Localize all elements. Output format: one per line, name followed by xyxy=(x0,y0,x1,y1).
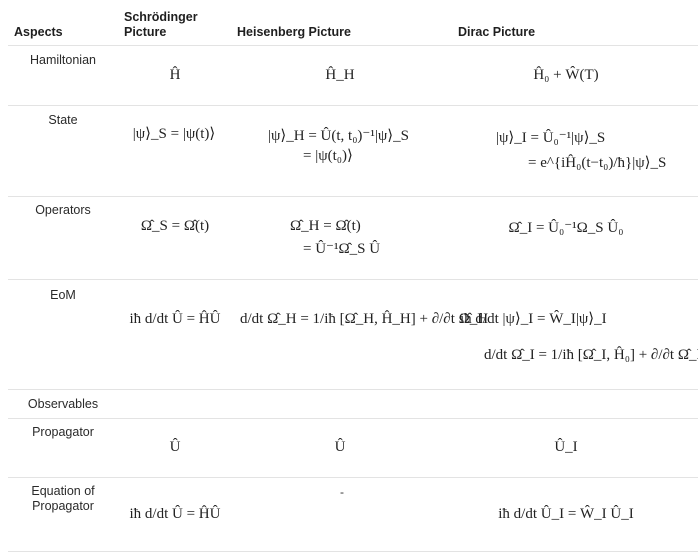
state-dirac-line1: |ψ⟩_I = Û₀⁻¹|ψ⟩_S xyxy=(496,130,606,146)
row-label-state: State xyxy=(48,113,78,127)
header-dirac: Dirac Picture xyxy=(458,25,536,39)
row-divider xyxy=(8,389,698,390)
row-divider xyxy=(8,477,698,478)
propagator-schrodinger: Û xyxy=(169,439,181,455)
row-divider xyxy=(8,279,698,280)
row-label-eom: EoM xyxy=(50,288,76,302)
eqprop-heisenberg: - xyxy=(340,485,344,499)
row-divider xyxy=(8,418,698,419)
hamiltonian-schrodinger: Ĥ xyxy=(169,67,181,83)
row-divider xyxy=(8,105,698,106)
header-divider xyxy=(8,45,698,46)
operators-schrodinger: Ω̂_S = Ω̂(t) xyxy=(140,218,210,234)
row-label-equation-of-propagator: Equation of Propagator xyxy=(14,484,112,514)
row-label-observables: Observables xyxy=(27,397,99,411)
header-schrodinger: Schrödinger Picture xyxy=(124,10,198,40)
state-heisenberg-line2: = |ψ(t₀)⟩ xyxy=(303,148,353,164)
row-label-propagator: Propagator xyxy=(32,425,94,439)
operators-heisenberg-line2: = Û⁻¹Ω̂_S Û xyxy=(303,241,381,257)
eqprop-schrodinger: iħ d/dt Û = ĤÛ xyxy=(129,506,221,522)
hamiltonian-heisenberg: Ĥ_H xyxy=(325,67,355,83)
row-label-operators: Operators xyxy=(35,203,91,217)
eom-dirac-line1: iħ d/dt |ψ⟩_I = Ŵ_I|ψ⟩_I xyxy=(460,311,607,327)
operators-dirac: Ω̂_I = Û₀⁻¹Ω_S Û₀ xyxy=(508,220,624,236)
row-label-eq-line1: Equation of xyxy=(31,484,95,498)
operators-heisenberg-line1: Ω̂_H = Ω̂(t) xyxy=(290,218,361,234)
row-label-hamiltonian: Hamiltonian xyxy=(29,53,96,67)
header-schrodinger-line1: Schrödinger xyxy=(124,10,198,24)
state-dirac-line2: = e^{iĤ₀(t−t₀)/ħ}|ψ⟩_S xyxy=(528,155,667,171)
state-schrodinger: |ψ⟩_S = |ψ(t)⟩ xyxy=(132,126,216,142)
eqprop-dirac: iħ d/dt Û_I = Ŵ_I Û_I xyxy=(498,506,634,522)
row-label-eq-line2: Propagator xyxy=(32,499,94,513)
header-schrodinger-line2: Picture xyxy=(124,25,167,39)
eom-dirac-line2: d/dt Ω̂_I = 1/iħ [Ω̂_I, Ĥ₀] + ∂/∂t Ω̂_I xyxy=(484,347,698,363)
propagator-heisenberg: Û xyxy=(334,439,346,455)
header-aspects: Aspects xyxy=(14,25,63,39)
header-heisenberg: Heisenberg Picture xyxy=(237,25,351,39)
eom-schrodinger: iħ d/dt Û = ĤÛ xyxy=(129,311,221,327)
propagator-dirac: Û_I xyxy=(554,439,578,455)
state-heisenberg-line1: |ψ⟩_H = Û(t, t₀)⁻¹|ψ⟩_S xyxy=(268,128,409,144)
eom-heisenberg: d/dt Ω̂_H = 1/iħ [Ω̂_H, Ĥ_H] + ∂/∂t Ω̂_H xyxy=(240,311,489,327)
table-bottom-divider xyxy=(8,551,698,552)
row-divider xyxy=(8,196,698,197)
hamiltonian-dirac: Ĥ₀ + Ŵ(T) xyxy=(533,67,599,83)
